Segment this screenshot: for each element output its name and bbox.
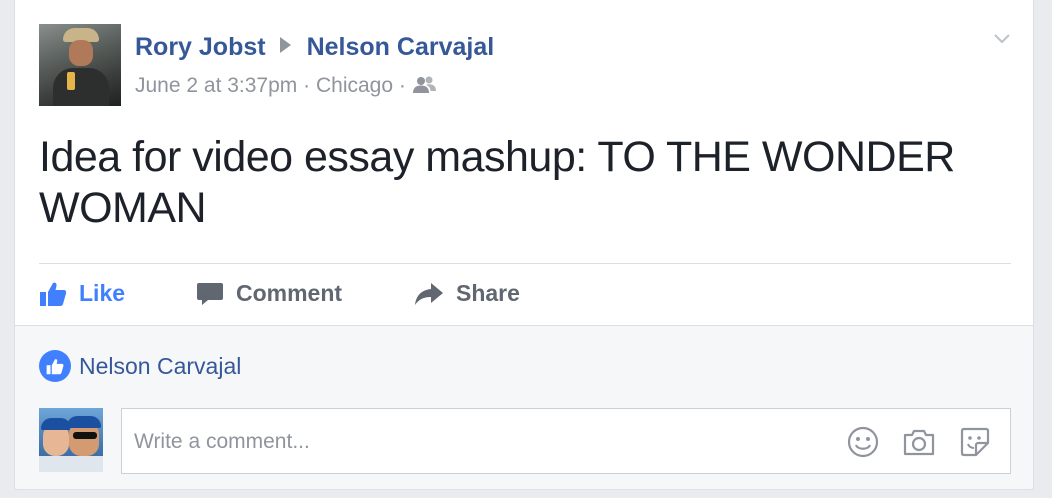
share-button[interactable]: Share — [414, 280, 520, 307]
target-name-link[interactable]: Nelson Carvajal — [307, 33, 495, 61]
speech-bubble-icon — [197, 282, 223, 305]
post-meta: June 2 at 3:37pm · Chicago · — [135, 74, 438, 101]
author-name-link[interactable]: Rory Jobst — [135, 33, 266, 61]
author-avatar[interactable] — [39, 24, 121, 106]
friends-icon[interactable] — [412, 75, 438, 101]
post-timestamp[interactable]: June 2 at 3:37pm — [135, 74, 297, 97]
share-label: Share — [456, 280, 520, 306]
thumbs-up-icon — [40, 282, 67, 306]
likes-names-link[interactable]: Nelson Carvajal — [79, 353, 241, 380]
comment-button[interactable]: Comment — [196, 280, 342, 307]
commenter-avatar[interactable] — [39, 408, 103, 472]
triangle-right-icon — [279, 37, 291, 53]
likes-summary: Nelson Carvajal — [39, 350, 241, 382]
share-arrow-icon — [415, 282, 443, 305]
post-card: Rory Jobst Nelson Carvajal June 2 at 3:37… — [14, 0, 1034, 490]
comment-label: Comment — [236, 280, 343, 306]
emoji-icon[interactable] — [846, 425, 880, 459]
comment-composer — [121, 408, 1011, 475]
like-label: Like — [79, 280, 126, 306]
camera-icon[interactable] — [902, 425, 936, 459]
post-location[interactable]: Chicago — [316, 74, 393, 97]
like-button[interactable]: Like — [39, 280, 125, 307]
comments-section: Nelson Carvajal — [15, 325, 1033, 489]
like-badge-icon — [39, 350, 71, 382]
comment-input[interactable] — [132, 409, 836, 475]
chevron-down-icon[interactable] — [993, 30, 1011, 48]
post-header-names: Rory Jobst Nelson Carvajal — [135, 33, 494, 62]
post-body-text: Idea for video essay mashup: TO THE WOND… — [39, 133, 955, 232]
sticker-icon[interactable] — [958, 425, 992, 459]
divider — [39, 263, 1011, 264]
